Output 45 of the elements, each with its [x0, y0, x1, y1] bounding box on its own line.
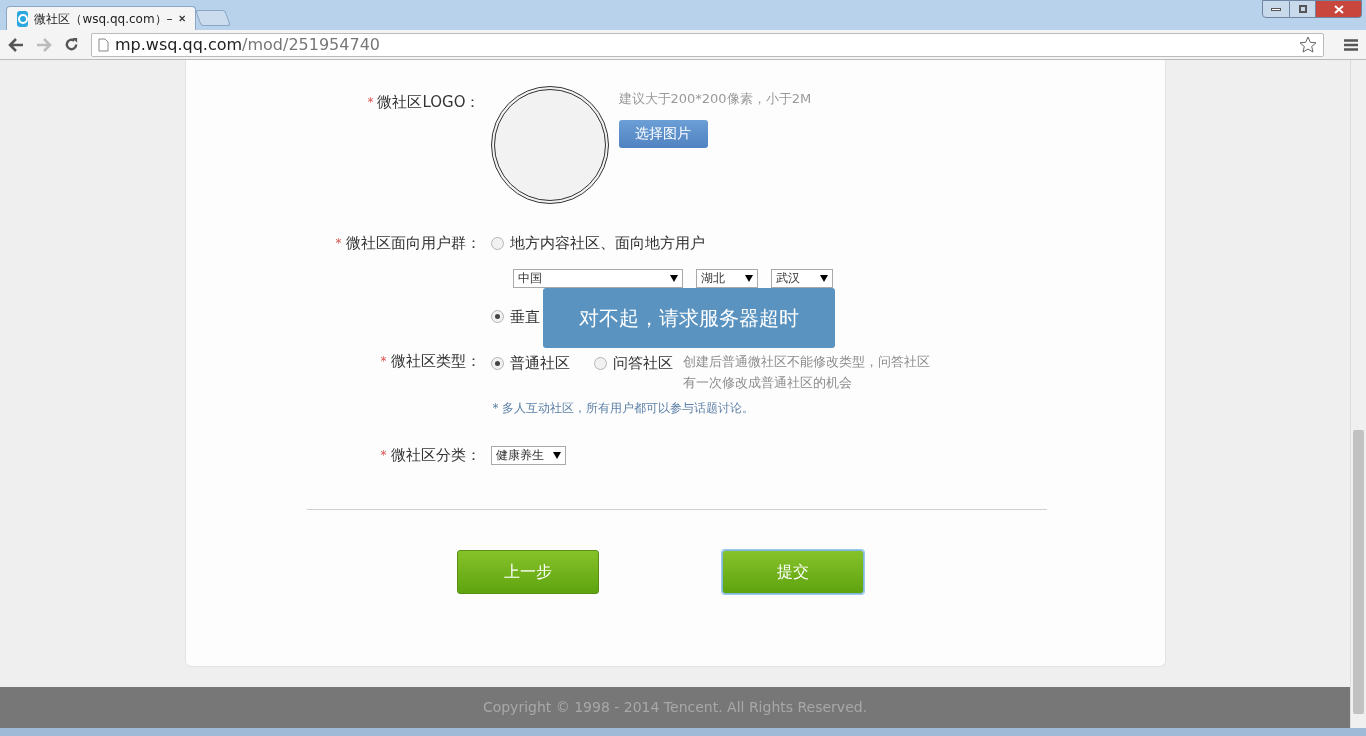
- required-mark: *: [335, 235, 342, 253]
- field-label: 微社区类型：: [390, 351, 481, 372]
- radio-button[interactable]: [490, 310, 504, 324]
- radio-label: 问答社区: [612, 353, 673, 374]
- dropdown-caret-icon: [744, 274, 753, 282]
- browser-tab[interactable]: 微社区（wsq.qq.com）–: [6, 6, 196, 30]
- address-bar[interactable]: mp.wsq.qq.com/mod/251954740: [91, 32, 1324, 57]
- close-window-button[interactable]: [1316, 0, 1362, 18]
- tab-title: 微社区（wsq.qq.com）–: [34, 10, 173, 28]
- radio-label: 地方内容社区、面向地方用户: [509, 233, 705, 254]
- type-hint: 创建后普通微社区不能修改类型，问答社区: [682, 353, 930, 371]
- dropdown[interactable]: 武汉: [770, 268, 833, 288]
- type-note: * 多人互动社区，所有用户都可以参与话题讨论。: [492, 400, 755, 417]
- dropdown-caret-icon: [819, 274, 828, 282]
- required-mark: *: [367, 94, 374, 112]
- field-label: 微社区分类：: [390, 445, 481, 466]
- page-icon: [98, 37, 109, 52]
- radio-label: 垂直: [509, 306, 540, 328]
- radio-label: 普通社区: [509, 353, 570, 374]
- required-mark: *: [380, 353, 387, 371]
- url-text: mp.wsq.qq.com/mod/251954740: [115, 33, 380, 56]
- field-label: 微社区LOGO：: [377, 92, 481, 113]
- reload-icon[interactable]: [64, 37, 79, 52]
- minimize-button[interactable]: [1262, 0, 1290, 18]
- type-hint: 有一次修改成普通社区的机会: [682, 374, 853, 392]
- dropdown[interactable]: 中国: [512, 268, 683, 288]
- dropdown[interactable]: 湖北: [695, 268, 758, 288]
- scrollbar[interactable]: [1350, 60, 1366, 728]
- back-arrow-icon[interactable]: [8, 37, 24, 52]
- dropdown-caret-icon: [669, 274, 678, 282]
- close-icon[interactable]: [178, 14, 185, 23]
- required-mark: *: [380, 447, 387, 465]
- field-label: 微社区面向用户群：: [345, 233, 481, 254]
- menu-icon[interactable]: [1344, 38, 1358, 51]
- dropdown[interactable]: 健康养生: [490, 445, 566, 465]
- restore-button[interactable]: [1290, 0, 1316, 18]
- site-logo-icon: [17, 10, 29, 27]
- radio-button[interactable]: [490, 236, 504, 250]
- dropdown-caret-icon: [552, 451, 561, 459]
- toast-message: 对不起，请求服务器超时: [579, 305, 799, 332]
- upload-hint: 建议大于200*200像素，小于2M: [618, 90, 812, 108]
- radio-button[interactable]: [593, 356, 607, 370]
- star-icon[interactable]: [1299, 36, 1317, 53]
- radio-button[interactable]: [490, 356, 504, 370]
- close-icon: [1333, 4, 1344, 14]
